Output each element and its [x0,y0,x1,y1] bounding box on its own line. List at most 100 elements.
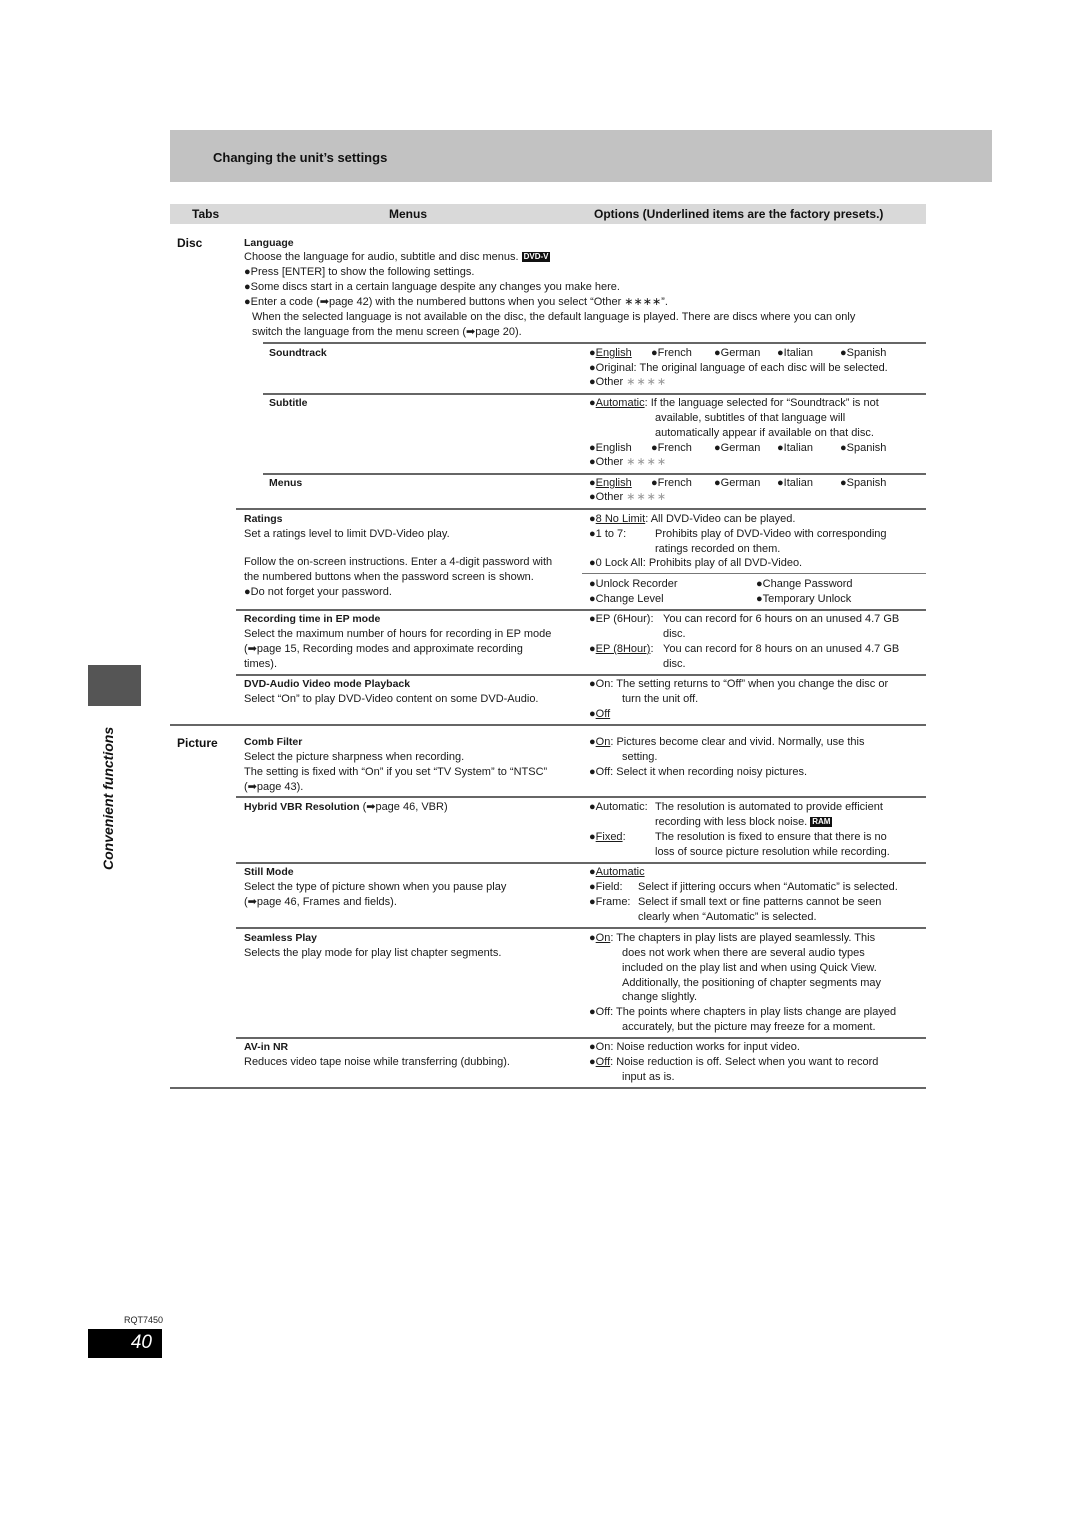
option-italian[interactable]: ●Italian [777,346,813,361]
bullet-icon: ● [589,896,596,908]
bullet-icon: ● [589,578,596,590]
option-text: Select if jittering occurs when “Automat… [638,881,898,893]
option-text: Select if small text or fine patterns ca… [638,896,882,908]
option-spanish[interactable]: ●Spanish [840,346,886,361]
divider [263,473,926,475]
bullet-icon: ● [589,593,596,605]
bullet-icon: ● [651,442,658,454]
header-options: Options (Underlined items are the factor… [594,207,884,221]
option-french[interactable]: ●French [651,441,692,456]
menu-title: AV-in NR [244,1041,289,1053]
option-change-level[interactable]: ●Change Level [589,592,664,607]
option-text: automatically appear if available on tha… [655,427,874,439]
bullet-icon: ● [714,442,721,454]
option-off[interactable]: ●Off: The points where chapters in play … [589,1005,896,1020]
option-german[interactable]: ●German [714,441,760,456]
option-german[interactable]: ●German [714,346,760,361]
option-text: loss of source picture resolution while … [655,846,890,858]
bullet-icon: ● [589,376,596,388]
option-french[interactable]: ●French [651,476,692,491]
menu-desc-text: Choose the language for audio, subtitle … [244,251,519,263]
header-tabs: Tabs [192,207,220,221]
option-italian[interactable]: ●Italian [777,441,813,456]
page-number: 40 [130,1332,152,1353]
option-original[interactable]: ●Original: The original language of each… [589,361,888,376]
option-english[interactable]: ●English [589,441,632,456]
table-bottom-rule [170,1087,926,1089]
option-text: input as is. [622,1071,675,1083]
option-frame[interactable]: ●Frame: [589,895,631,910]
tab-disc: Disc [177,236,203,250]
bullet-icon: ● [589,766,596,778]
option-automatic[interactable]: ●Automatic [589,865,645,880]
option-on[interactable]: ●On: Pictures become clear and vivid. No… [589,735,864,750]
bullet-icon: ● [777,442,784,454]
note: ●Enter a code (➡page 42) with the number… [244,296,668,308]
bullet-icon: ● [589,678,596,690]
option-german[interactable]: ●German [714,476,760,491]
bullet-icon: ● [589,1056,596,1068]
menu-title: Comb Filter [244,736,303,748]
bullet-icon: ● [589,477,596,489]
option-on[interactable]: ●On: Noise reduction works for input vid… [589,1040,800,1055]
option-on[interactable]: ●On: The chapters in play lists are play… [589,931,875,946]
bullet-icon: ● [756,593,763,605]
option-ep-8hour[interactable]: ●EP (8Hour): [589,642,654,657]
option-text: does not work when there are several aud… [622,947,865,959]
option-no-limit[interactable]: ●8 No Limit: All DVD-Video can be played… [589,512,795,527]
page-ref: (➡page 46, VBR) [359,801,448,813]
option-italian[interactable]: ●Italian [777,476,813,491]
menu-title: Ratings [244,513,283,525]
bullet-icon: ● [589,347,596,359]
option-spanish[interactable]: ●Spanish [840,441,886,456]
menu-title: DVD-Audio Video mode Playback [244,678,411,690]
bullet-icon: ● [589,613,596,625]
menu-desc: Reduces video tape noise while transferr… [244,1056,510,1068]
option-text: setting. [622,751,658,763]
option-other[interactable]: ●Other ∗∗∗∗ [589,455,667,470]
option-off[interactable]: ●Off: Select it when recording noisy pic… [589,765,807,780]
option-off[interactable]: ●Off [589,707,610,722]
option-other[interactable]: ●Other ∗∗∗∗ [589,490,667,505]
option-off[interactable]: ●Off: Noise reduction is off. Select whe… [589,1055,878,1070]
bullet-icon: ● [589,932,596,944]
option-spanish[interactable]: ●Spanish [840,476,886,491]
option-other[interactable]: ●Other ∗∗∗∗ [589,375,667,390]
option-text: Additionally, the positioning of chapter… [622,977,882,989]
divider [170,724,926,726]
option-unlock-recorder[interactable]: ●Unlock Recorder [589,577,678,592]
option-text: Prohibits play of DVD-Video with corresp… [655,528,887,540]
bullet-icon: ● [589,362,596,374]
bullet-icon: ● [589,801,596,813]
bullet-icon: ● [589,1041,596,1053]
divider [263,393,926,395]
option-text: accurately, but the picture may freeze f… [622,1021,876,1033]
option-automatic[interactable]: ●Automatic: If the language selected for… [589,396,879,411]
option-change-password[interactable]: ●Change Password [756,577,853,592]
divider [236,609,926,611]
dvd-v-badge: DVD-V [521,252,551,262]
option-text: included on the play list and when using… [622,962,877,974]
option-fixed[interactable]: ●Fixed: [589,830,626,845]
divider [263,342,926,344]
menu-title: Hybrid VBR Resolution [244,801,360,813]
menu-desc: (➡page 46, Frames and fields). [244,896,397,908]
bullet-icon: ● [589,397,596,409]
option-field[interactable]: ●Field: [589,880,623,895]
section-title: Changing the unit’s settings [213,150,388,165]
bullet-icon: ● [589,456,596,468]
option-english[interactable]: ●English [589,476,632,491]
option-automatic[interactable]: ●Automatic: [589,800,648,815]
option-text: The resolution is automated to provide e… [655,801,883,813]
option-french[interactable]: ●French [651,346,692,361]
option-lock-all[interactable]: ●0 Lock All: Prohibits play of all DVD-V… [589,556,802,571]
option-temporary-unlock[interactable]: ●Temporary Unlock [756,592,851,607]
option-on[interactable]: ●On: The setting returns to “Off” when y… [589,677,888,692]
option-ep-6hour[interactable]: ●EP (6Hour): [589,612,654,627]
menu-desc: Selects the play mode for play list chap… [244,947,502,959]
option-text: You can record for 8 hours on an unused … [663,643,900,655]
option-english[interactable]: ●English [589,346,632,361]
option-text: The resolution is fixed to ensure that t… [655,831,887,843]
bullet-icon: ● [589,736,596,748]
option-1-to-7[interactable]: ●1 to 7: [589,527,626,542]
